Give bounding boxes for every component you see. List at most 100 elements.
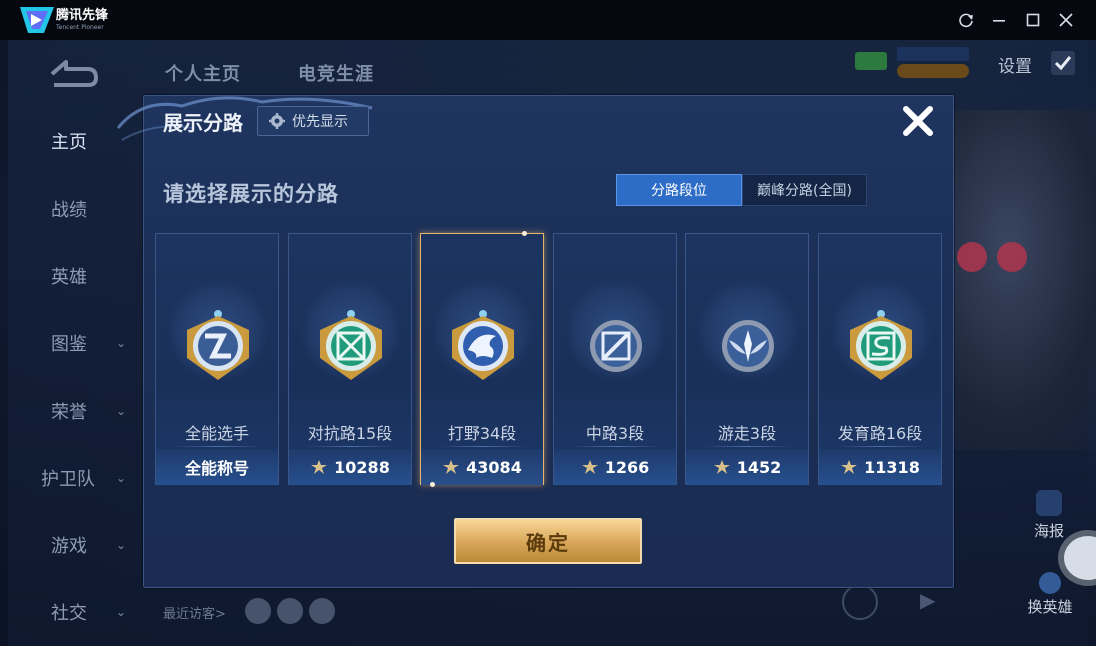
play-icon[interactable]: ▶ bbox=[920, 588, 935, 612]
sidebar-item-label: 社交 bbox=[51, 603, 87, 624]
divider bbox=[704, 446, 792, 447]
sidebar-item-social[interactable]: 社交 ⌄ bbox=[40, 599, 140, 625]
run-icon[interactable] bbox=[842, 584, 878, 620]
chevron-down-icon: ⌄ bbox=[116, 605, 127, 619]
lane-footer: 10288 bbox=[289, 449, 411, 485]
poster-button[interactable]: 海报 bbox=[1024, 490, 1074, 541]
lane-card-farm[interactable]: 发育路16段 11318 bbox=[818, 233, 942, 485]
reward-badge[interactable] bbox=[897, 64, 969, 78]
lane-points: 1452 bbox=[736, 457, 782, 477]
roam-emblem-icon bbox=[722, 320, 774, 372]
priority-display-button[interactable]: 优先显示 bbox=[257, 106, 369, 136]
poster-icon bbox=[1036, 490, 1062, 516]
lane-name: 对抗路15段 bbox=[307, 424, 393, 443]
lane-name: 全能选手 bbox=[184, 424, 249, 443]
divider bbox=[837, 446, 925, 447]
lane-name: 中路3段 bbox=[585, 424, 645, 443]
sidebar-item-guard-team[interactable]: 护卫队 ⌄ bbox=[30, 465, 130, 491]
sidebar-item-label: 英雄 bbox=[51, 267, 87, 288]
points-icon bbox=[311, 460, 328, 474]
sidebar-item-records[interactable]: 战绩 bbox=[40, 196, 140, 222]
sidebar-item-collection[interactable]: 图鉴 ⌄ bbox=[40, 330, 140, 356]
back-icon[interactable] bbox=[44, 58, 100, 88]
points-icon bbox=[841, 460, 858, 474]
close-window-icon[interactable] bbox=[1055, 9, 1077, 31]
recent-visitors-link[interactable]: 最近访客> bbox=[163, 603, 226, 622]
sidebar-item-label: 游戏 bbox=[51, 536, 87, 557]
lane-card-mid[interactable]: 中路3段 1266 bbox=[553, 233, 677, 485]
lane-points: 1266 bbox=[604, 457, 650, 477]
avatar[interactable] bbox=[309, 598, 335, 624]
lane-footer: 11318 bbox=[819, 449, 941, 485]
check-icon[interactable] bbox=[1050, 50, 1076, 76]
lane-footer: 43084 bbox=[421, 449, 543, 485]
change-hero-button[interactable]: 换英雄 bbox=[1020, 572, 1080, 617]
sidebar-item-label: 图鉴 bbox=[51, 334, 87, 355]
points-icon bbox=[581, 460, 598, 474]
app-subtitle: Tencent Pioneer bbox=[56, 24, 104, 31]
lane-points: 11318 bbox=[864, 457, 920, 477]
sidebar-item-honors[interactable]: 荣誉 ⌄ bbox=[40, 398, 140, 424]
sidebar-item-games[interactable]: 游戏 ⌄ bbox=[40, 532, 140, 558]
gear-icon bbox=[269, 113, 285, 129]
points-icon bbox=[713, 460, 730, 474]
avatar[interactable] bbox=[277, 598, 303, 624]
avatar[interactable] bbox=[245, 598, 271, 624]
lane-card-roam[interactable]: 游走3段 1452 bbox=[685, 233, 809, 485]
refresh-icon[interactable] bbox=[955, 9, 977, 31]
priority-display-label: 优先显示 bbox=[292, 114, 348, 130]
selection-marker bbox=[522, 231, 527, 236]
dialog-subtitle: 请选择展示的分路 bbox=[163, 182, 339, 206]
lane-points: 43084 bbox=[466, 457, 522, 477]
sidebar-item-label: 护卫队 bbox=[41, 469, 95, 490]
lane-name: 打野34段 bbox=[447, 424, 517, 443]
divider bbox=[572, 446, 660, 447]
divider bbox=[439, 446, 527, 447]
chevron-down-icon: ⌄ bbox=[116, 471, 127, 485]
dialog-title: 展示分路 bbox=[163, 111, 243, 135]
change-hero-icon bbox=[1039, 572, 1061, 594]
lane-name: 游走3段 bbox=[717, 424, 777, 443]
wechat-badge-icon[interactable] bbox=[855, 52, 887, 70]
lane-card-jungle[interactable]: 打野34段 43084 bbox=[420, 233, 544, 485]
lane-card-clash[interactable]: 对抗路15段 10288 bbox=[288, 233, 412, 485]
lane-footer: 1452 bbox=[686, 449, 808, 485]
tab-esports-career[interactable]: 电竞生涯 bbox=[298, 60, 374, 86]
divider bbox=[307, 446, 395, 447]
lane-card-allround[interactable]: 全能选手 全能称号 bbox=[155, 233, 279, 485]
lane-footer-text: 全能称号 bbox=[184, 459, 249, 478]
lane-points: 10288 bbox=[334, 457, 390, 477]
jungle-emblem-icon bbox=[452, 310, 514, 380]
allround-emblem-icon bbox=[187, 310, 249, 380]
emulator-titlebar: 腾讯先锋 Tencent Pioneer bbox=[0, 0, 1096, 40]
clash-lane-emblem-icon bbox=[320, 310, 382, 380]
selection-marker bbox=[430, 482, 435, 487]
poster-label: 海报 bbox=[1033, 522, 1064, 540]
divider bbox=[174, 446, 262, 447]
close-icon[interactable] bbox=[900, 103, 936, 139]
hero-glasses-image bbox=[957, 242, 1027, 272]
sidebar-item-label: 战绩 bbox=[51, 200, 87, 221]
status-badge bbox=[897, 47, 969, 61]
lane-footer: 全能称号 bbox=[156, 449, 278, 485]
chevron-down-icon: ⌄ bbox=[116, 538, 127, 552]
tab-lane-rank[interactable]: 分路段位 bbox=[616, 174, 742, 206]
confirm-button[interactable]: 确定 bbox=[454, 518, 642, 564]
sidebar-item-heroes[interactable]: 英雄 bbox=[40, 263, 140, 289]
farm-lane-emblem-icon bbox=[850, 310, 912, 380]
screen: 腾讯先锋 Tencent Pioneer 个人主页 电竞生涯 主页 战绩 英雄 … bbox=[0, 0, 1096, 646]
settings-button[interactable]: 设置 bbox=[998, 52, 1032, 77]
tab-profile[interactable]: 个人主页 bbox=[165, 60, 241, 86]
mid-lane-emblem-icon bbox=[590, 320, 642, 372]
tab-peak-lane-national[interactable]: 巅峰分路(全国) bbox=[742, 174, 867, 206]
app-logo-icon bbox=[20, 7, 54, 33]
maximize-icon[interactable] bbox=[1022, 9, 1044, 31]
points-icon bbox=[443, 460, 460, 474]
app-name: 腾讯先锋 bbox=[56, 8, 109, 23]
change-hero-label: 换英雄 bbox=[1027, 598, 1073, 616]
lane-footer: 1266 bbox=[554, 449, 676, 485]
minimize-icon[interactable] bbox=[988, 9, 1010, 31]
sidebar-item-label: 荣誉 bbox=[51, 402, 87, 423]
chevron-down-icon: ⌄ bbox=[116, 336, 127, 350]
sidebar-item-label: 主页 bbox=[51, 132, 87, 153]
